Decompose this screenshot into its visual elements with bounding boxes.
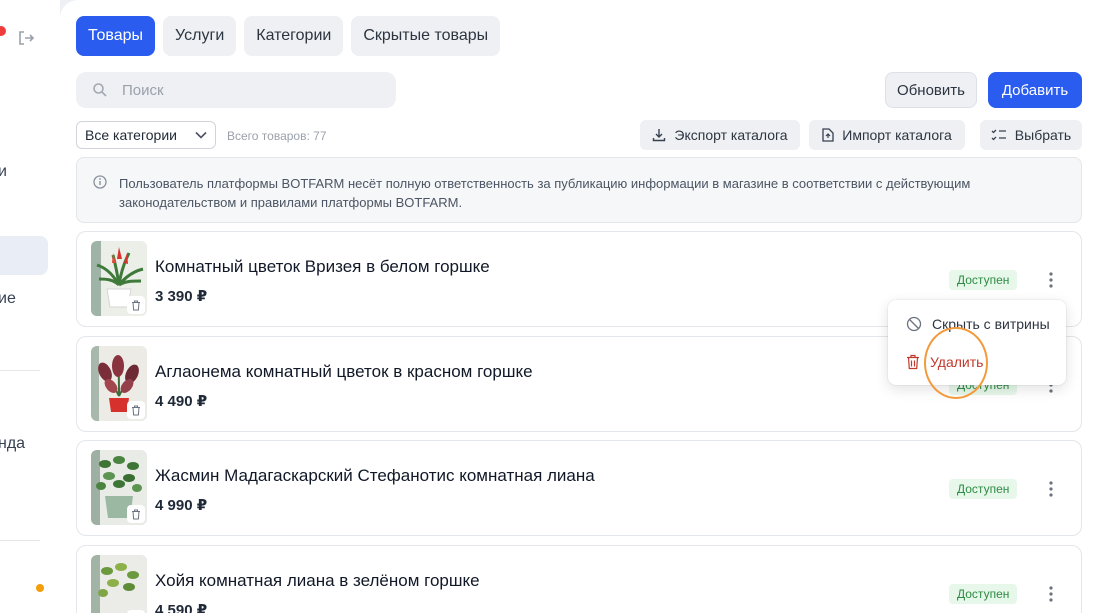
select-button[interactable]: Выбрать xyxy=(980,120,1082,150)
logout-icon[interactable] xyxy=(16,28,36,48)
import-catalog-button[interactable]: Импорт каталога xyxy=(809,120,965,150)
sidebar-divider xyxy=(0,540,40,541)
notification-dot xyxy=(0,26,6,36)
chevron-down-icon xyxy=(195,131,207,139)
trash-icon xyxy=(132,509,140,519)
status-badge: Доступен xyxy=(949,584,1018,604)
notice-text: Пользователь платформы BOTFARM несёт пол… xyxy=(119,176,971,210)
tab-products[interactable]: Товары xyxy=(76,16,156,56)
status-dot xyxy=(36,584,44,592)
sidebar: и ие нда xyxy=(0,0,60,613)
product-image xyxy=(91,241,147,316)
info-notice: Пользователь платформы BOTFARM несёт пол… xyxy=(76,157,1082,223)
menu-item-delete[interactable]: Удалить xyxy=(906,350,983,374)
tab-categories[interactable]: Категории xyxy=(244,16,344,56)
refresh-button[interactable]: Обновить xyxy=(885,72,977,108)
info-icon xyxy=(93,175,107,189)
sidebar-divider xyxy=(0,370,40,371)
menu-item-hide-label: Скрыть с витрины xyxy=(932,316,1050,332)
tab-services[interactable]: Услуги xyxy=(163,16,237,56)
product-name[interactable]: Хойя комнатная лиана в зелёном горшке xyxy=(155,571,480,591)
menu-item-delete-label: Удалить xyxy=(930,354,984,370)
add-button[interactable]: Добавить xyxy=(988,72,1082,108)
trash-icon xyxy=(907,354,919,370)
product-name[interactable]: Комнатный цветок Вризея в белом горшке xyxy=(155,257,490,277)
product-price: 4 490 ₽ xyxy=(155,393,208,410)
sidebar-item-label[interactable]: ие xyxy=(0,290,16,308)
kebab-menu-icon xyxy=(1049,272,1053,288)
product-actions-menu: Скрыть с витрины Удалить xyxy=(888,300,1066,385)
category-select-value: Все категории xyxy=(85,127,177,143)
export-catalog-button[interactable]: Экспорт каталога xyxy=(640,120,800,150)
product-image xyxy=(91,346,147,421)
delete-image-button[interactable] xyxy=(127,505,145,523)
sidebar-item-label[interactable]: нда xyxy=(0,435,25,453)
delete-image-button[interactable] xyxy=(127,296,145,314)
export-catalog-label: Экспорт каталога xyxy=(674,127,788,143)
sidebar-item-label[interactable]: и xyxy=(0,163,7,181)
search-icon xyxy=(93,83,107,97)
product-card[interactable]: Жасмин Мадагаскарский Стефанотис комнатн… xyxy=(76,440,1082,536)
checklist-icon xyxy=(991,129,1006,141)
delete-image-button[interactable] xyxy=(127,401,145,419)
product-name[interactable]: Аглаонема комнатный цветок в красном гор… xyxy=(155,362,533,382)
download-icon xyxy=(653,129,666,142)
product-name[interactable]: Жасмин Мадагаскарский Стефанотис комнатн… xyxy=(155,466,595,486)
category-select[interactable]: Все категории xyxy=(76,121,216,149)
product-price: 4 590 ₽ xyxy=(155,602,208,613)
menu-item-hide[interactable]: Скрыть с витрины xyxy=(906,312,1050,336)
product-image xyxy=(91,450,147,525)
more-options-button[interactable] xyxy=(1039,268,1063,292)
main-panel: Товары Услуги Категории Скрытые товары О… xyxy=(60,0,1098,613)
more-options-button[interactable] xyxy=(1039,582,1063,606)
product-image xyxy=(91,555,147,613)
import-catalog-label: Импорт каталога xyxy=(842,127,952,143)
search-input[interactable] xyxy=(120,80,380,100)
trash-icon xyxy=(132,300,140,310)
product-price: 4 990 ₽ xyxy=(155,497,208,514)
status-badge: Доступен xyxy=(949,479,1018,499)
more-options-button[interactable] xyxy=(1039,477,1063,501)
product-price: 3 390 ₽ xyxy=(155,288,208,305)
tab-hidden-products[interactable]: Скрытые товары xyxy=(351,16,501,56)
sidebar-item-active[interactable] xyxy=(0,236,48,275)
kebab-menu-icon xyxy=(1049,586,1053,602)
tab-bar: Товары Услуги Категории Скрытые товары xyxy=(76,16,501,56)
status-badge: Доступен xyxy=(949,270,1018,290)
select-label: Выбрать xyxy=(1014,127,1072,143)
kebab-menu-icon xyxy=(1049,481,1053,497)
hide-icon xyxy=(906,316,922,332)
total-products-count: Всего товаров: 77 xyxy=(227,129,327,143)
trash-icon xyxy=(132,405,140,415)
file-icon xyxy=(822,128,834,142)
search-box xyxy=(76,72,396,108)
product-card[interactable]: Хойя комнатная лиана в зелёном горшке 4 … xyxy=(76,545,1082,613)
